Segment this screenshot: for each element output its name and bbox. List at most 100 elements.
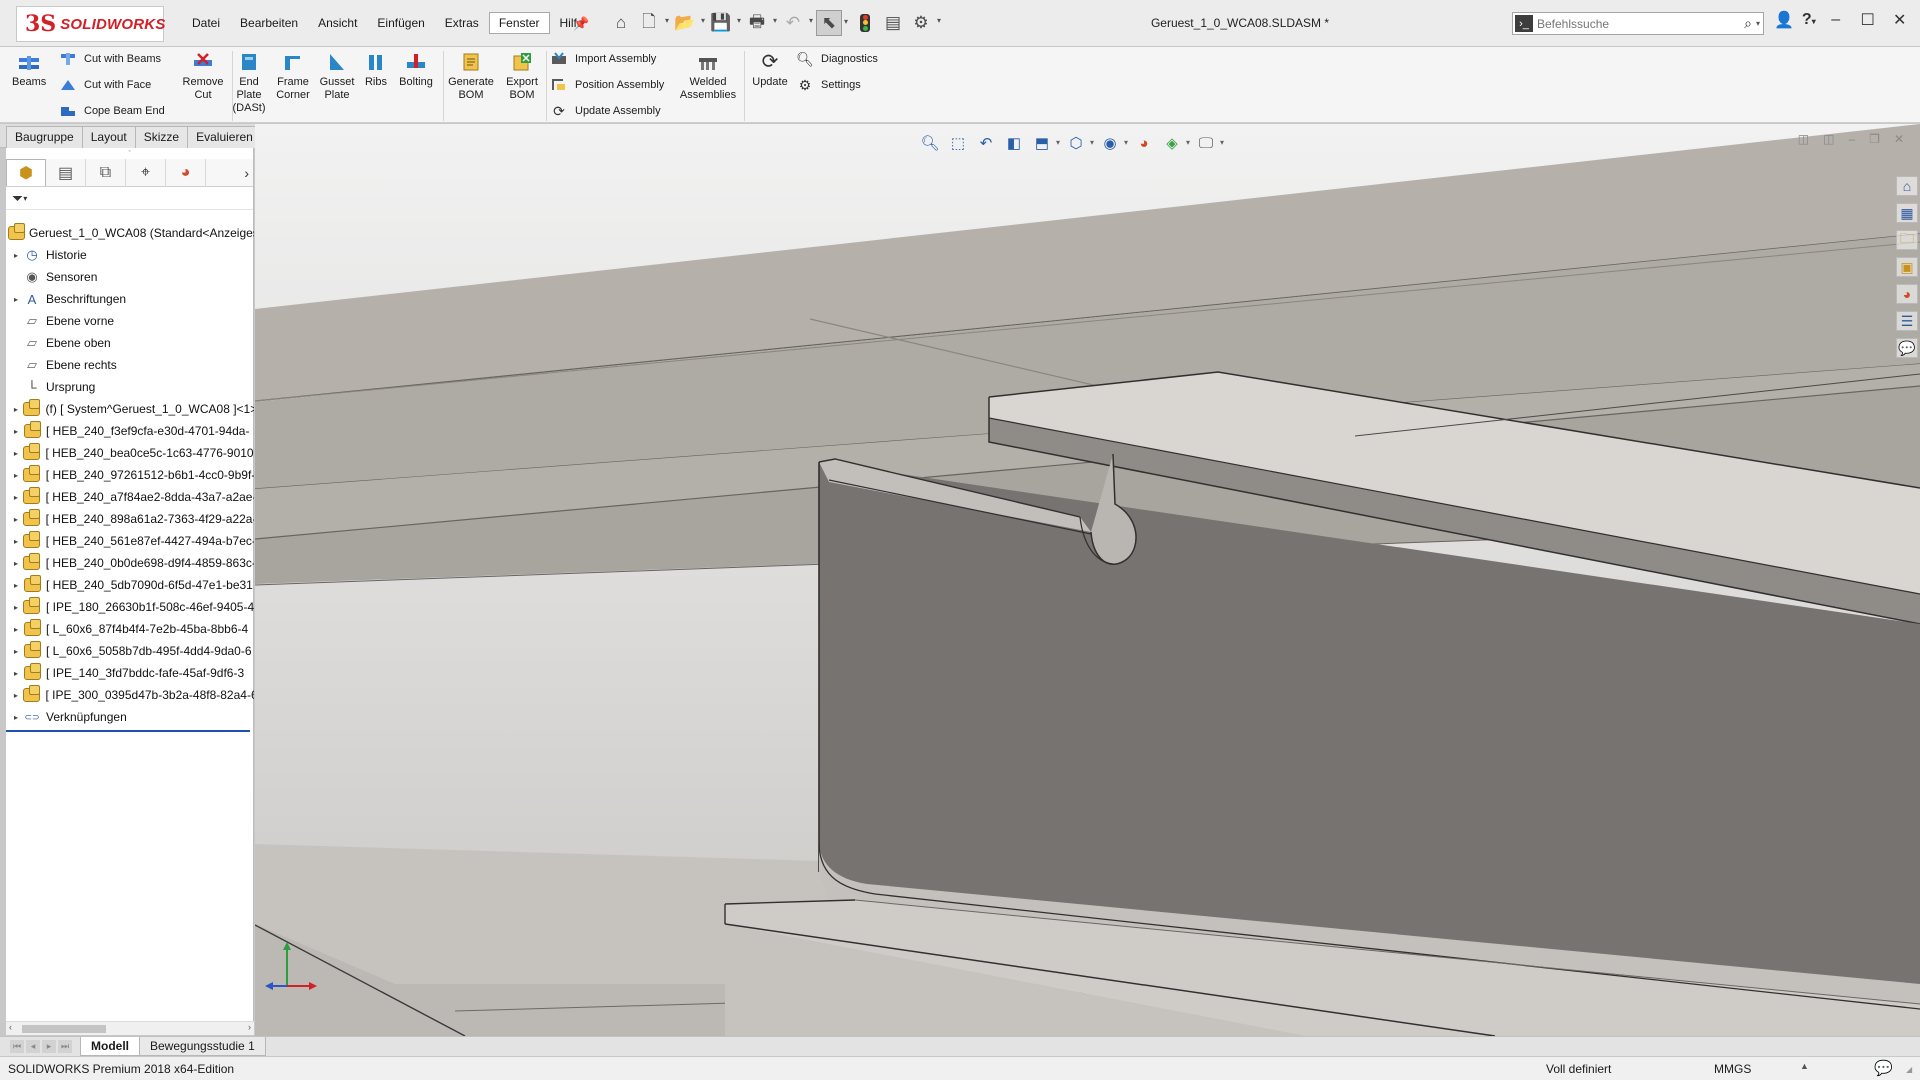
tree-node[interactable]: ▱ Ebene oben: [6, 332, 254, 354]
generate-bom-button[interactable]: Generate BOM: [446, 51, 496, 102]
split-left-icon[interactable]: ◫: [1798, 132, 1809, 146]
configuration-manager-tab-icon[interactable]: ⧉: [86, 159, 126, 186]
export-bom-button[interactable]: Export BOM: [500, 51, 544, 102]
scroll-right-icon[interactable]: ›: [248, 1022, 251, 1032]
tree-node[interactable]: ▸ [ HEB_240_f3ef9cfa-e30d-4701-94da-: [6, 420, 254, 442]
previous-tab-icon[interactable]: ◂: [26, 1040, 40, 1053]
dynamic-annotation-icon[interactable]: ⬒: [1030, 132, 1060, 154]
view-palette-icon[interactable]: ▣: [1896, 257, 1918, 277]
filter-icon[interactable]: ⏷ ▾: [6, 187, 253, 210]
forum-icon[interactable]: 💬: [1896, 338, 1918, 358]
model-tab-1[interactable]: Bewegungsstudie 1: [139, 1037, 266, 1056]
property-manager-tab-icon[interactable]: ▤: [46, 159, 86, 186]
tree-node[interactable]: ▸ A Beschriftungen: [6, 288, 254, 310]
menu-item-0[interactable]: Datei: [182, 12, 230, 34]
expand-arrow-icon[interactable]: ▸: [10, 537, 22, 546]
diagnostics-button[interactable]: 🔍︎ Diagnostics: [795, 50, 878, 68]
position-assembly-button[interactable]: Position Assembly: [549, 76, 664, 94]
feature-manager-tab-icon[interactable]: ⬢: [6, 159, 46, 186]
expand-arrow-icon[interactable]: ▸: [10, 647, 22, 656]
model-tab-0[interactable]: Modell: [80, 1037, 140, 1056]
first-tab-icon[interactable]: ⏮: [10, 1040, 24, 1053]
design-library-icon[interactable]: ▦: [1896, 203, 1918, 223]
expand-arrow-icon[interactable]: ▸: [10, 471, 22, 480]
tree-node[interactable]: ▸ [ HEB_240_a7f84ae2-8dda-43a7-a2ae-: [6, 486, 254, 508]
expand-arrow-icon[interactable]: ▸: [10, 515, 22, 524]
tree-node[interactable]: ▱ Ebene rechts: [6, 354, 254, 376]
viewport-restore-icon[interactable]: ❐: [1869, 132, 1880, 146]
tree-node[interactable]: ▸ ◷ Historie: [6, 244, 254, 266]
expand-arrow-icon[interactable]: ▸: [10, 691, 22, 700]
solidworks-resources-icon[interactable]: ⌂: [1896, 176, 1918, 196]
scrollbar-thumb[interactable]: [22, 1025, 106, 1033]
expand-arrow-icon[interactable]: ▸: [10, 603, 22, 612]
view-settings-icon[interactable]: 🖵: [1194, 132, 1224, 154]
undo-icon[interactable]: ↶: [780, 10, 813, 36]
menu-item-2[interactable]: Ansicht: [308, 12, 367, 34]
remove-cut-button[interactable]: Remove Cut: [180, 51, 226, 102]
minimize-icon[interactable]: –: [1824, 11, 1848, 29]
expand-arrow-icon[interactable]: ▸: [10, 669, 22, 678]
split-right-icon[interactable]: ◫: [1823, 132, 1834, 146]
gusset-plate-button[interactable]: Gusset Plate: [317, 51, 357, 102]
tree-node[interactable]: └ Ursprung: [6, 376, 254, 398]
display-style-icon[interactable]: ◉: [1098, 132, 1128, 154]
search-scope-icon[interactable]: ›_: [1515, 15, 1533, 32]
tree-node[interactable]: ▸ [ L_60x6_87f4b4f4-7e2b-45ba-8bb6-4: [6, 618, 254, 640]
tree-node[interactable]: ▸ ⊂⊃ Verknüpfungen: [6, 706, 254, 728]
zoom-to-area-icon[interactable]: ⬚: [946, 132, 970, 154]
search-icon[interactable]: ⌕: [1740, 15, 1756, 32]
graphics-area[interactable]: 🔍︎ ⬚ ↶ ◧ ⬒ ⬡ ◉ ◕ ◈ 🖵 ◫ ◫ – ❐ ✕ ⌂ ▦ 🗀 ▣ ◕…: [255, 124, 1920, 1036]
dimxpert-manager-tab-icon[interactable]: ⌖: [126, 159, 166, 186]
open-icon[interactable]: 📂: [672, 10, 705, 36]
update-button[interactable]: ⟳ Update: [749, 51, 791, 89]
save-icon[interactable]: 💾: [708, 10, 741, 36]
unit-system-dropdown-icon[interactable]: ▲: [1800, 1061, 1809, 1071]
tree-root[interactable]: Geruest_1_0_WCA08 (Standard<Anzeigestatu…: [6, 222, 254, 244]
tree-node[interactable]: ▸ [ HEB_240_0b0de698-d9f4-4859-863c-: [6, 552, 254, 574]
menu-item-1[interactable]: Bearbeiten: [230, 12, 308, 34]
appearances-icon[interactable]: ◕: [1896, 284, 1918, 304]
home-icon[interactable]: ⌂: [608, 10, 634, 36]
menu-item-4[interactable]: Extras: [435, 12, 489, 34]
expand-arrow-icon[interactable]: ▸: [10, 449, 22, 458]
expand-arrow-icon[interactable]: ▸: [10, 295, 22, 304]
menu-item-3[interactable]: Einfügen: [367, 12, 434, 34]
cut-with-beams-button[interactable]: Cut with Beams: [58, 50, 161, 68]
file-properties-icon[interactable]: ▤: [880, 10, 906, 36]
rebuild-icon[interactable]: [852, 10, 878, 36]
beams-button[interactable]: Beams: [12, 51, 46, 89]
tree-node[interactable]: ▸ [ HEB_240_898a61a2-7363-4f29-a22a-: [6, 508, 254, 530]
resize-grip-icon[interactable]: ◢: [1906, 1065, 1912, 1074]
tab-1[interactable]: Layout: [81, 126, 136, 148]
tab-0[interactable]: Baugruppe: [6, 126, 83, 148]
tree-node[interactable]: ▸ [ HEB_240_561e87ef-4427-494a-b7ec-: [6, 530, 254, 552]
user-icon[interactable]: 👤: [1774, 10, 1794, 30]
print-icon[interactable]: 🖶: [744, 10, 777, 36]
expand-arrow-icon[interactable]: ▸: [10, 581, 22, 590]
options-icon[interactable]: ⚙: [908, 10, 941, 36]
view-orientation-icon[interactable]: ⬡: [1064, 132, 1094, 154]
edit-appearance-icon[interactable]: ◈: [1160, 132, 1190, 154]
bolting-button[interactable]: Bolting: [394, 51, 438, 89]
update-assembly-button[interactable]: ⟳ Update Assembly: [549, 102, 660, 120]
expand-arrow-icon[interactable]: ▸: [10, 493, 22, 502]
solidworks-logo[interactable]: 3S SOLIDWORKS: [16, 6, 165, 42]
new-document-icon[interactable]: 🗋: [636, 10, 669, 36]
close-icon[interactable]: ✕: [1888, 10, 1912, 30]
tree-node[interactable]: ▸ [ HEB_240_bea0ce5c-1c63-4776-9010-: [6, 442, 254, 464]
last-tab-icon[interactable]: ⏭: [58, 1040, 72, 1053]
file-explorer-icon[interactable]: 🗀: [1896, 230, 1918, 250]
import-assembly-button[interactable]: Import Assembly: [549, 50, 656, 68]
section-view-icon[interactable]: ◧: [1002, 132, 1026, 154]
tree-node[interactable]: ▸ [ HEB_240_97261512-b6b1-4cc0-9b9f-: [6, 464, 254, 486]
cut-with-face-button[interactable]: Cut with Face: [58, 76, 151, 94]
end-plate-button[interactable]: End Plate (DASt): [232, 51, 266, 115]
ribs-button[interactable]: Ribs: [362, 51, 390, 89]
help-icon[interactable]: ?▾: [1802, 11, 1816, 29]
previous-view-icon[interactable]: ↶: [974, 132, 998, 154]
scroll-left-icon[interactable]: ‹: [9, 1022, 12, 1032]
display-manager-tab-icon[interactable]: ◕: [166, 159, 206, 186]
maximize-icon[interactable]: ☐: [1856, 10, 1880, 30]
hide-show-items-icon[interactable]: ◕: [1132, 132, 1156, 154]
